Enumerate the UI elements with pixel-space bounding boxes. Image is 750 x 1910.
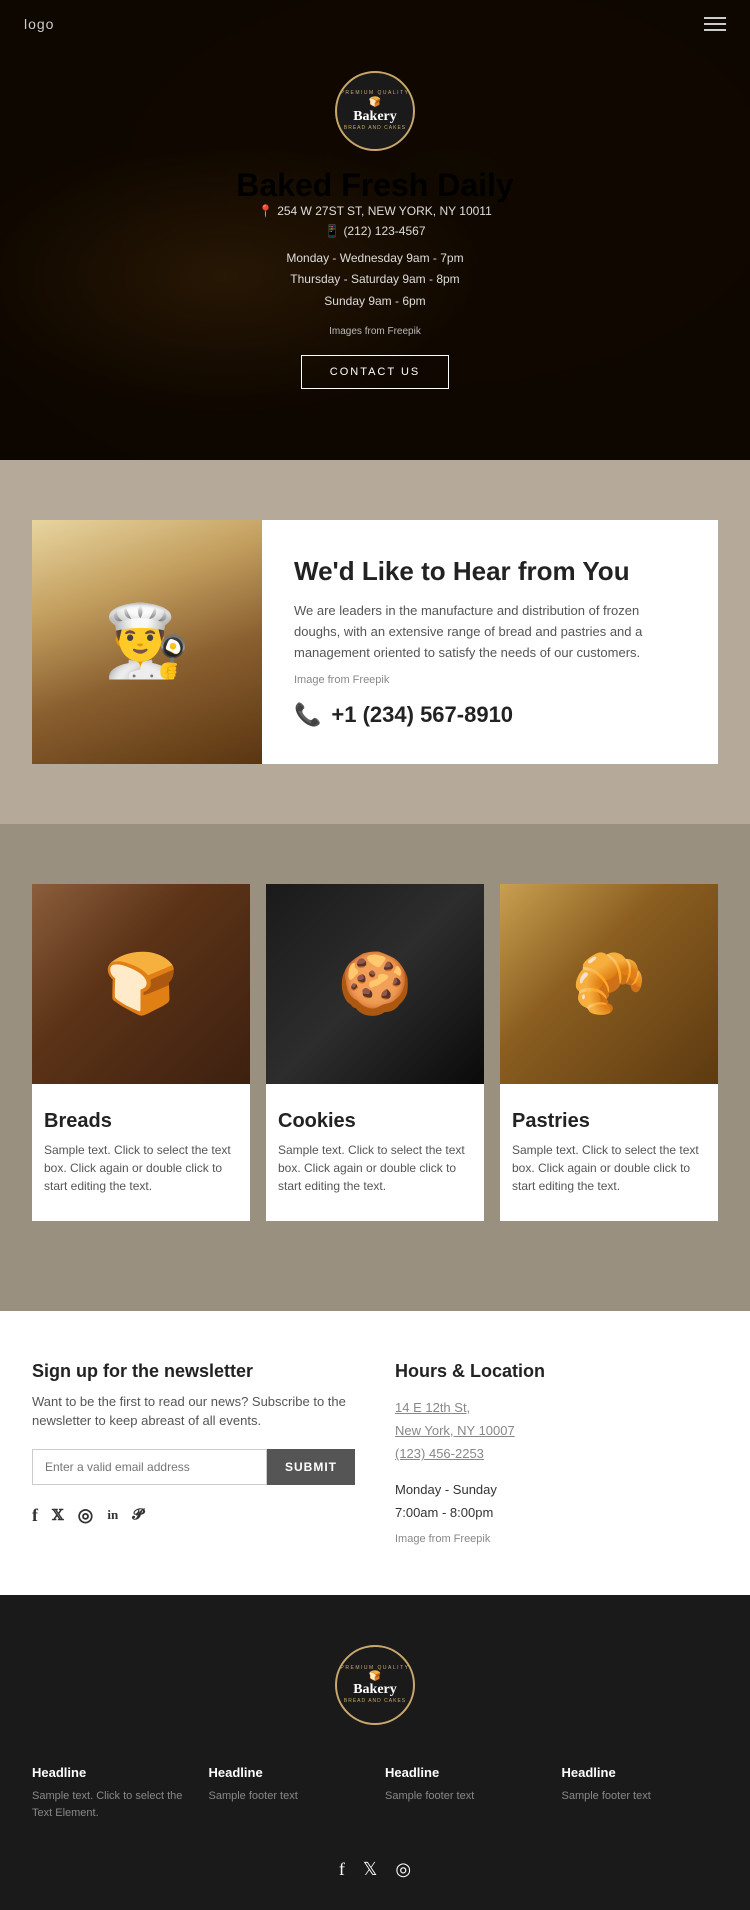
footer-text-1: Sample text. Click to select the Text El…: [32, 1788, 189, 1823]
contact-section: 👨‍🍳 We'd Like to Hear from You We are le…: [0, 460, 750, 824]
instagram-icon[interactable]: ◎: [78, 1505, 94, 1526]
footer-col-4: Headline Sample footer text: [562, 1765, 719, 1823]
bread-image: 🍞: [32, 884, 250, 1084]
hero-title: Baked Fresh Daily: [236, 167, 513, 204]
footer-col-2: Headline Sample footer text: [209, 1765, 366, 1823]
submit-button[interactable]: SUBMIT: [267, 1449, 355, 1485]
newsletter-column: Sign up for the newsletter Want to be th…: [32, 1361, 355, 1545]
product-card-pastries: 🥐 Pastries Sample text. Click to select …: [500, 884, 718, 1221]
pastries-title: Pastries: [512, 1110, 706, 1133]
cookies-image: 🍪: [266, 884, 484, 1084]
pastries-image: 🥐: [500, 884, 718, 1084]
phone-icon: 📱: [324, 224, 339, 238]
footer-headline-1: Headline: [32, 1765, 189, 1780]
footer-badge-name: Bakery: [353, 1682, 397, 1698]
footer-badge: PREMIUM QUALITY 🍞 Bakery BREAD AND CAKES: [335, 1645, 415, 1725]
contact-phone-row: 📞 +1 (234) 567-8910: [294, 702, 686, 728]
bread-title: Breads: [44, 1110, 238, 1133]
footer-col-3: Headline Sample footer text: [385, 1765, 542, 1823]
hours-column: Hours & Location 14 E 12th St, New York,…: [395, 1361, 718, 1545]
footer-columns: Headline Sample text. Click to select th…: [32, 1765, 718, 1823]
contact-phone: +1 (234) 567-8910: [331, 702, 513, 728]
products-section: 🍞 Breads Sample text. Click to select th…: [0, 824, 750, 1311]
facebook-icon[interactable]: f: [32, 1505, 38, 1526]
email-input[interactable]: [32, 1449, 267, 1485]
contact-description: We are leaders in the manufacture and di…: [294, 601, 686, 663]
footer-text-4: Sample footer text: [562, 1788, 719, 1806]
footer-social: f 𝕏 ◎: [32, 1859, 718, 1880]
footer-headline-2: Headline: [209, 1765, 366, 1780]
pinterest-icon[interactable]: 𝓟: [132, 1506, 143, 1524]
address-link[interactable]: 14 E 12th St,: [395, 1400, 470, 1415]
baker-illustration: 👨‍🍳: [103, 601, 190, 683]
contact-info: We'd Like to Hear from You We are leader…: [262, 520, 718, 764]
hamburger-menu[interactable]: [704, 17, 726, 31]
cookies-title: Cookies: [278, 1110, 472, 1133]
newsletter-title: Sign up for the newsletter: [32, 1361, 355, 1382]
hero-phone: 📱 (212) 123-4567: [324, 224, 425, 238]
footer-text-3: Sample footer text: [385, 1788, 542, 1806]
linkedin-icon[interactable]: in: [107, 1507, 118, 1523]
badge-name: Bakery: [353, 109, 397, 125]
newsletter-hours-section: Sign up for the newsletter Want to be th…: [0, 1311, 750, 1595]
hero-freepik: Images from Freepik: [329, 326, 421, 337]
badge-top-text: PREMIUM QUALITY: [341, 90, 410, 96]
products-grid: 🍞 Breads Sample text. Click to select th…: [32, 884, 718, 1221]
location-icon: 📍: [258, 204, 273, 218]
bread-description: Sample text. Click to select the text bo…: [44, 1141, 238, 1205]
bread-icon: 🍞: [369, 97, 381, 108]
contact-image: 👨‍🍳: [32, 520, 262, 764]
footer-twitter-icon[interactable]: 𝕏: [363, 1859, 378, 1880]
bakery-badge: PREMIUM QUALITY 🍞 Bakery BREAD AND CAKES: [335, 71, 415, 151]
product-card-cookies: 🍪 Cookies Sample text. Click to select t…: [266, 884, 484, 1221]
hours-title: Hours & Location: [395, 1361, 718, 1382]
contact-title: We'd Like to Hear from You: [294, 556, 686, 587]
social-icons: f 𝕏 ◎ in 𝓟: [32, 1505, 355, 1526]
footer-bread-icon: 🍞: [369, 1671, 381, 1682]
hours-address: 14 E 12th St, New York, NY 10007 (123) 4…: [395, 1396, 718, 1466]
hours-freepik: Image from Freepik: [395, 1533, 718, 1545]
newsletter-description: Want to be the first to read our news? S…: [32, 1392, 355, 1431]
cookies-description: Sample text. Click to select the text bo…: [278, 1141, 472, 1205]
footer: PREMIUM QUALITY 🍞 Bakery BREAD AND CAKES…: [0, 1595, 750, 1910]
footer-instagram-icon[interactable]: ◎: [395, 1859, 411, 1880]
footer-text-2: Sample footer text: [209, 1788, 366, 1806]
product-card-breads: 🍞 Breads Sample text. Click to select th…: [32, 884, 250, 1221]
hours-schedule: Monday - Sunday 7:00am - 8:00pm: [395, 1478, 718, 1525]
contact-freepik: Image from Freepik: [294, 674, 686, 686]
pastries-description: Sample text. Click to select the text bo…: [512, 1141, 706, 1205]
navigation: logo: [0, 0, 750, 48]
footer-facebook-icon[interactable]: f: [339, 1859, 345, 1880]
address-link-2[interactable]: New York, NY 10007: [395, 1423, 515, 1438]
newsletter-form: SUBMIT: [32, 1449, 355, 1485]
footer-badge-sub: BREAD AND CAKES: [344, 1698, 406, 1704]
site-logo: logo: [24, 16, 54, 32]
phone-link[interactable]: (123) 456-2253: [395, 1446, 484, 1461]
footer-logo-area: PREMIUM QUALITY 🍞 Bakery BREAD AND CAKES: [32, 1645, 718, 1725]
phone-icon: 📞: [294, 702, 321, 728]
contact-us-button[interactable]: CONTACT US: [301, 355, 450, 389]
hero-hours: Monday - Wednesday 9am - 7pm Thursday - …: [286, 248, 463, 313]
badge-sub: BREAD AND CAKES: [344, 125, 406, 131]
hero-address: 📍 254 W 27ST ST, NEW YORK, NY 10011: [258, 204, 492, 218]
footer-headline-4: Headline: [562, 1765, 719, 1780]
footer-col-1: Headline Sample text. Click to select th…: [32, 1765, 189, 1823]
twitter-icon[interactable]: 𝕏: [52, 1506, 64, 1525]
footer-headline-3: Headline: [385, 1765, 542, 1780]
